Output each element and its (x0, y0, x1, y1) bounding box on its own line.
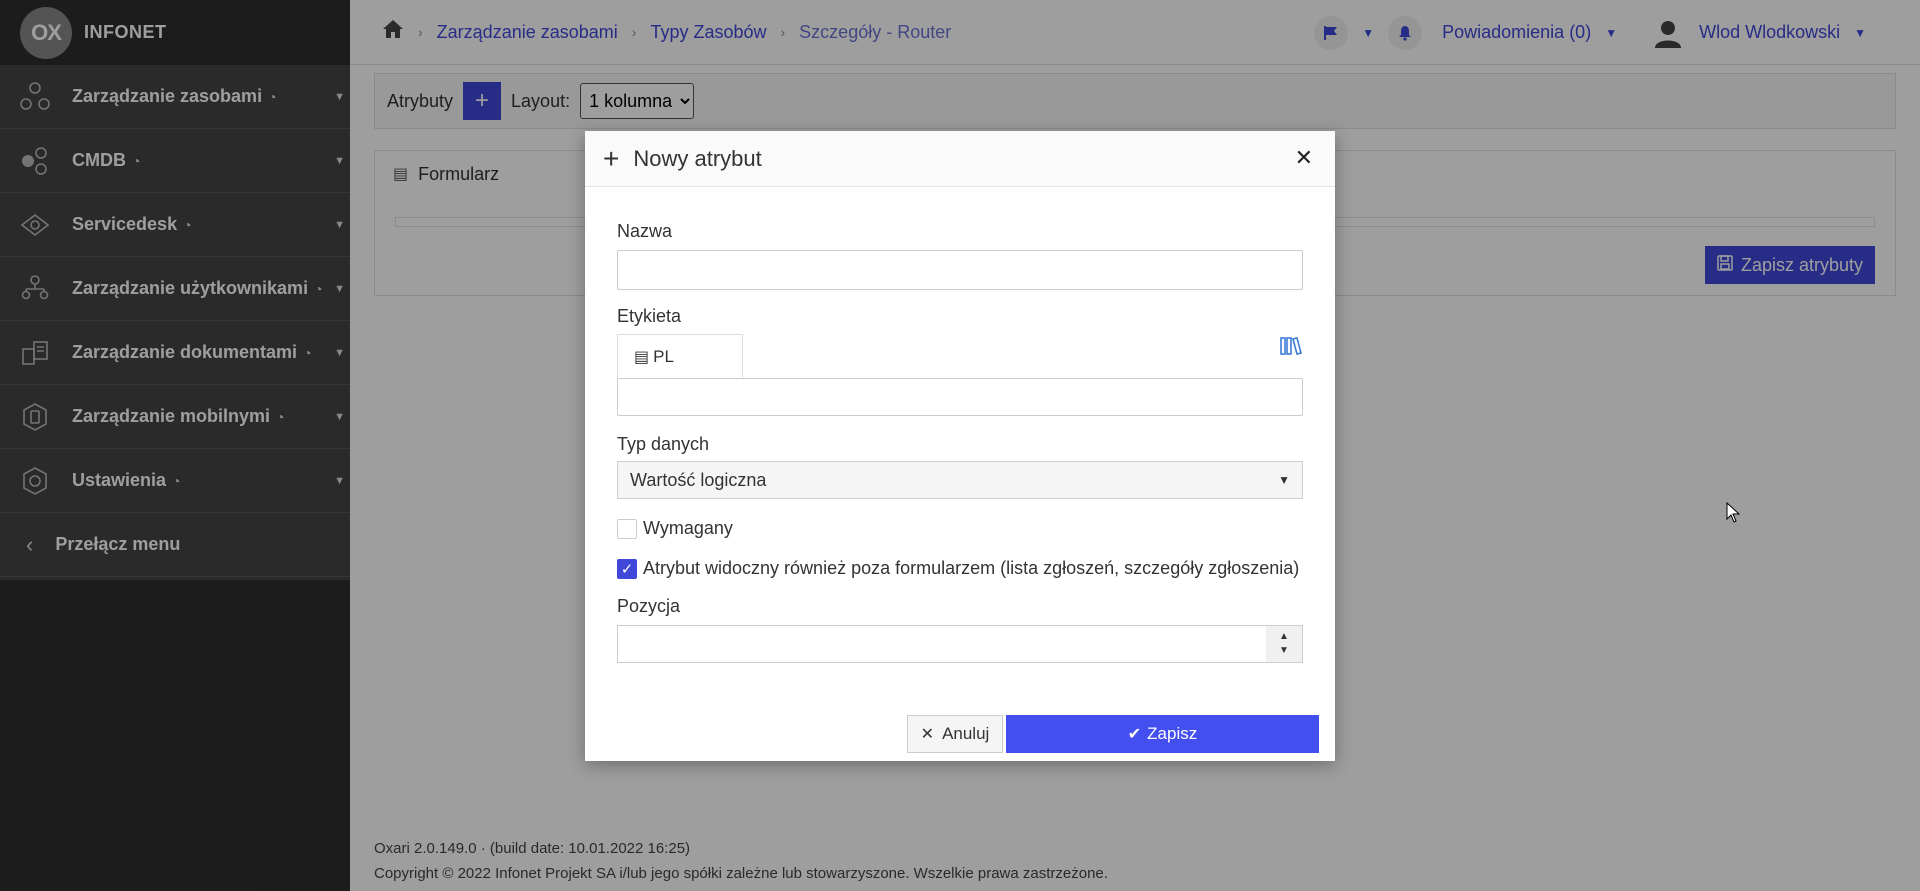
visible-outside-checkbox-row[interactable]: ✓ Atrybut widoczny również poza formular… (617, 558, 1299, 579)
datatype-select[interactable]: Wartość logiczna ▼ (617, 461, 1303, 499)
caret-down-icon: ▼ (1278, 473, 1290, 487)
close-icon[interactable]: ✕ (1295, 145, 1313, 171)
position-label: Pozycja (617, 596, 681, 616)
language-tab-label: PL (653, 346, 674, 366)
stepper-up-icon[interactable]: ▲ (1279, 630, 1289, 644)
position-field[interactable]: ▲ ▼ (617, 625, 1303, 663)
required-checkbox-row[interactable]: Wymagany (617, 518, 733, 539)
cancel-label: Anuluj (942, 724, 990, 743)
new-attribute-dialog: + Nowy atrybut ✕ Nazwa Etykieta ▤ PL Typ… (585, 131, 1335, 761)
cancel-button[interactable]: ✕ Anuluj (907, 715, 1003, 753)
label-field[interactable] (617, 378, 1303, 416)
label-label: Etykieta (617, 306, 682, 326)
mouse-cursor-icon (1726, 501, 1741, 529)
stepper-down-icon[interactable]: ▼ (1279, 644, 1289, 658)
number-stepper[interactable]: ▲ ▼ (1266, 626, 1302, 662)
dialog-title: Nowy atrybut (633, 145, 762, 171)
close-icon: ✕ (920, 726, 935, 743)
plus-icon: + (603, 142, 620, 174)
required-checkbox[interactable] (617, 518, 637, 539)
datatype-selected-value: Wartość logiczna (630, 469, 767, 490)
required-label: Wymagany (643, 518, 733, 538)
visible-outside-label: Atrybut widoczny również poza formularze… (643, 558, 1300, 578)
language-doc-icon: ▤ (634, 348, 650, 366)
datatype-label: Typ danych (617, 434, 710, 454)
visible-outside-checkbox[interactable]: ✓ (617, 558, 637, 579)
translations-library-icon[interactable] (1280, 336, 1302, 362)
tab-language-pl[interactable]: ▤ PL (617, 334, 743, 378)
save-label: Zapisz (1147, 724, 1198, 743)
name-label: Nazwa (617, 221, 673, 241)
name-field[interactable] (617, 250, 1303, 290)
dialog-header: + Nowy atrybut ✕ (585, 131, 1335, 187)
check-icon: ✔ (1127, 726, 1142, 743)
save-button[interactable]: ✔ Zapisz (1006, 715, 1319, 753)
